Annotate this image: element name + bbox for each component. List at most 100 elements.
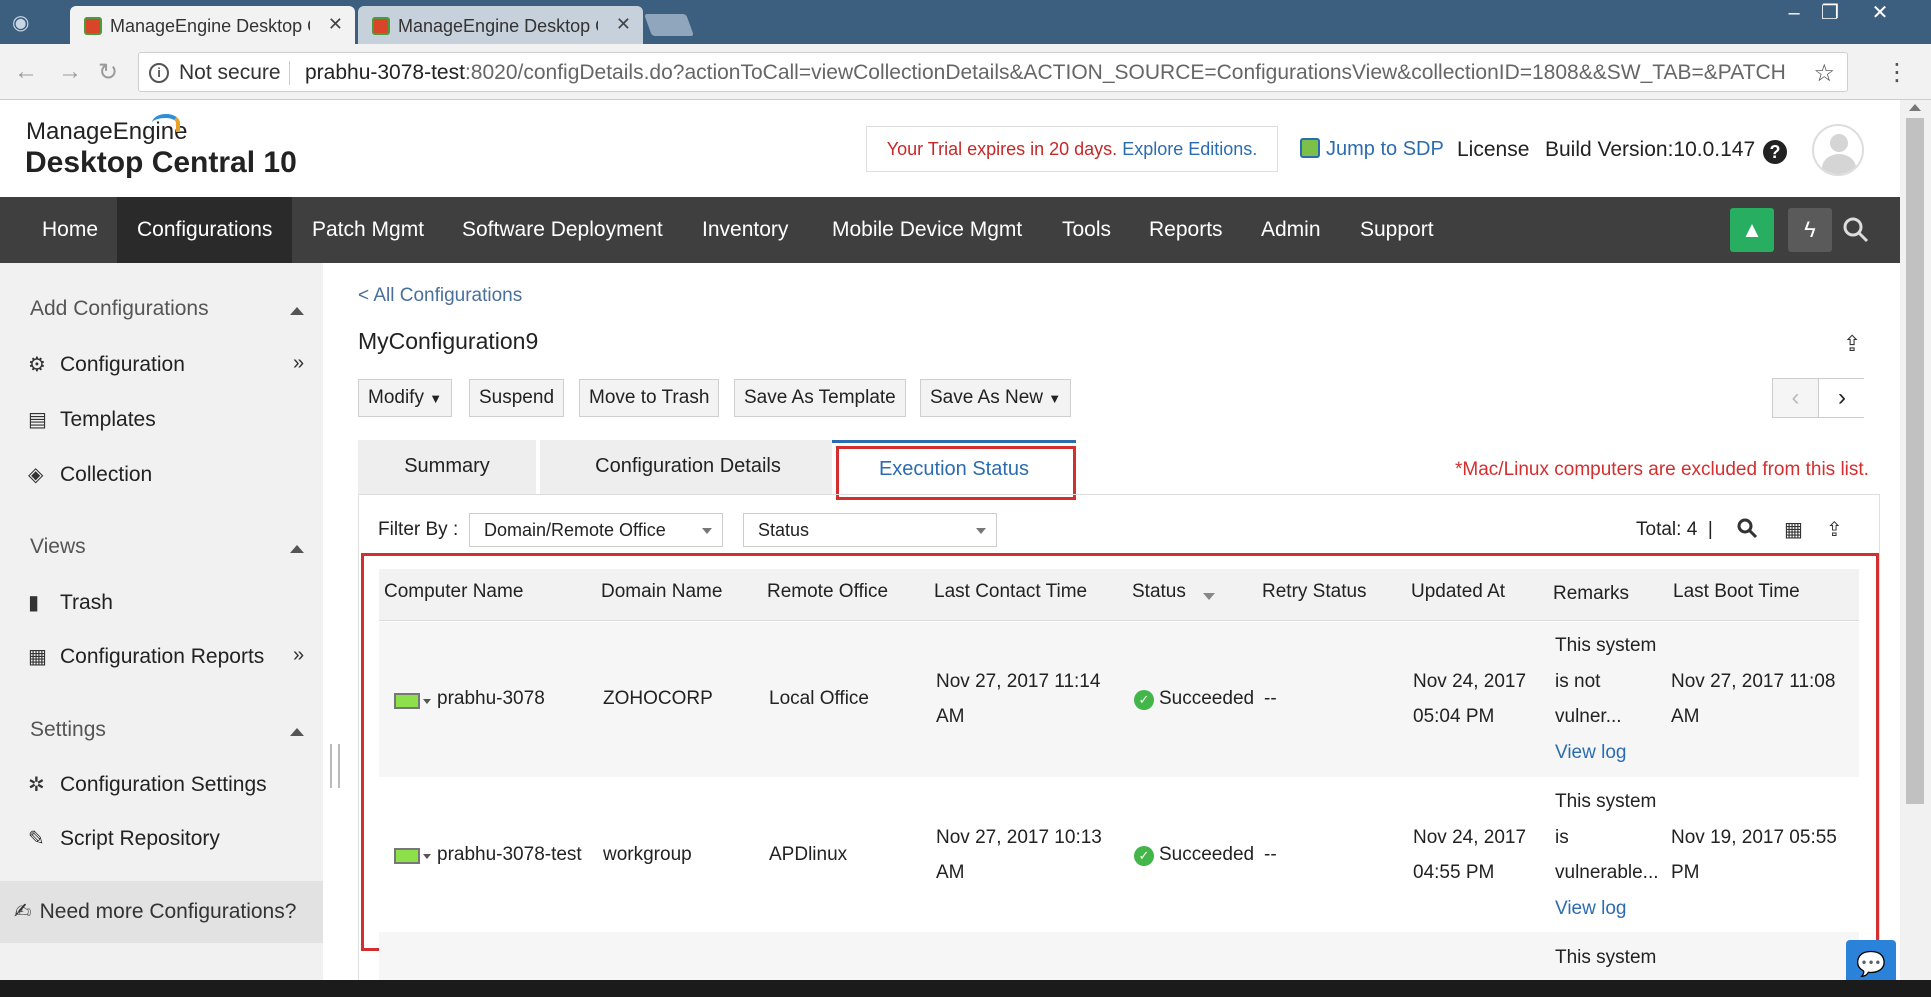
table-export-icon[interactable]: ⇪ [1826,517,1843,542]
nav-admin[interactable]: Admin [1241,197,1341,263]
browser-menu-icon[interactable]: ⋮ [1885,58,1909,87]
favicon-icon [84,17,102,35]
nav-configurations[interactable]: Configurations [117,197,293,263]
nav-inventory[interactable]: Inventory [682,197,808,263]
sidebar-item-script-repository[interactable]: ✎ Script Repository [28,826,220,851]
column-retry-status[interactable]: Retry Status [1262,581,1367,603]
sidebar-section-views[interactable]: Views [30,535,86,559]
status-filter-select[interactable]: Status [743,513,997,547]
expand-arrow-icon[interactable]: » [293,352,304,375]
modify-button[interactable]: Modify ▼ [358,379,453,417]
back-icon[interactable]: ← [14,58,38,86]
close-window-icon[interactable]: ✕ [1860,2,1900,26]
next-icon[interactable]: › [1819,379,1865,417]
trial-banner: Your Trial expires in 20 days. Explore E… [866,126,1278,172]
bolt-icon[interactable]: ϟ [1788,208,1832,252]
column-remarks[interactable]: Remarks [1553,583,1629,605]
need-more-configurations[interactable]: ✍ Need more Configurations? [0,881,323,943]
tab-summary[interactable]: Summary [358,440,536,494]
forward-icon[interactable]: → [58,58,82,86]
sidebar-item-trash[interactable]: ▮ Trash [28,590,113,615]
sidebar-item-configuration-reports[interactable]: ▦ Configuration Reports [28,644,264,669]
jump-to-sdp-link[interactable]: Jump to SDP [1300,138,1444,161]
column-last-boot-time[interactable]: Last Boot Time [1673,581,1800,603]
save-as-template-button[interactable]: Save As Template [734,379,906,417]
nav-home[interactable]: Home [22,197,118,263]
move-to-trash-button[interactable]: Move to Trash [579,379,720,417]
updated-at: 05:04 PM [1413,706,1495,727]
scroll-up-icon[interactable] [1909,104,1921,111]
collapse-icon[interactable] [290,307,304,315]
suspend-button[interactable]: Suspend [469,379,565,417]
mac-linux-note: *Mac/Linux computers are excluded from t… [1455,459,1869,480]
nav-patch-mgmt[interactable]: Patch Mgmt [292,197,444,263]
sort-desc-icon[interactable] [1203,593,1215,600]
nav-mobile-device-mgmt[interactable]: Mobile Device Mgmt [812,197,1042,263]
caret-down-icon[interactable] [423,854,431,859]
export-icon[interactable]: ⇪ [1843,331,1861,357]
computer-name: prabhu-3078-test [437,844,582,865]
sidebar-splitter[interactable] [330,744,340,788]
reload-icon[interactable]: ↻ [98,58,118,87]
sidebar-item-collection[interactable]: ◈ Collection [28,462,152,487]
column-updated-at[interactable]: Updated At [1411,581,1505,603]
back-to-all-configurations-link[interactable]: < All Configurations [358,285,522,307]
nav-support[interactable]: Support [1340,197,1454,263]
save-as-new-button[interactable]: Save As New ▼ [920,379,1072,417]
nav-tools[interactable]: Tools [1042,197,1131,263]
minimize-icon[interactable]: – [1774,2,1814,26]
caret-down-icon: ▼ [1048,391,1062,406]
browser-tab-1[interactable]: ManageEngine Desktop C ✕ [70,6,355,44]
new-tab-button[interactable] [643,14,695,36]
sidebar-section-settings[interactable]: Settings [30,718,106,742]
license-link[interactable]: License [1457,138,1529,162]
retry-status: -- [1264,688,1277,709]
view-log-link[interactable]: View log [1555,735,1626,771]
browser-tab-2[interactable]: ManageEngine Desktop C ✕ [358,6,643,44]
scrollbar-thumb[interactable] [1906,118,1924,804]
url-input[interactable]: i Not secure prabhu-3078-test:8020/confi… [138,52,1848,92]
collapse-icon[interactable] [290,728,304,736]
sidebar-section-add-configurations[interactable]: Add Configurations [30,297,209,321]
favicon-icon [372,17,390,35]
column-chooser-icon[interactable]: ▦ [1784,517,1803,542]
restore-icon[interactable]: ❐ [1810,2,1850,26]
status-text: Succeeded [1159,844,1255,865]
domain-name: ZOHOCORP [603,688,713,709]
column-computer-name[interactable]: Computer Name [384,581,523,603]
close-tab-icon[interactable]: ✕ [616,14,631,35]
search-icon[interactable] [1842,216,1872,246]
info-icon[interactable]: i [149,63,169,83]
nav-software-deployment[interactable]: Software Deployment [442,197,683,263]
column-remote-office[interactable]: Remote Office [767,581,888,603]
updated-at: 04:55 PM [1413,862,1495,883]
sidebar-item-configuration-settings[interactable]: ✲ Configuration Settings [28,772,267,797]
explore-editions-link[interactable]: Explore Editions. [1122,139,1257,159]
sidebar-item-templates[interactable]: ▤ Templates [28,407,156,432]
bookmark-star-icon[interactable]: ☆ [1813,59,1835,88]
domain-filter-select[interactable]: Domain/Remote Office [469,513,723,547]
total-count: Total: 4 | [1636,519,1713,540]
column-last-contact-time[interactable]: Last Contact Time [934,581,1087,603]
success-check-icon: ✓ [1134,690,1154,710]
expand-arrow-icon[interactable]: » [293,644,304,667]
collapse-icon[interactable] [290,545,304,553]
avatar[interactable] [1812,124,1864,176]
previous-icon[interactable]: ‹ [1773,379,1819,417]
last-boot-time: AM [1671,706,1700,727]
computer-name: prabhu-3078 [437,688,545,709]
page-scrollbar[interactable] [1900,100,1931,997]
table-search-icon[interactable] [1736,517,1758,545]
sidebar-item-configuration[interactable]: ⚙ Configuration [28,352,185,377]
domain-name: workgroup [603,844,692,865]
trial-text: Your Trial expires in 20 days. [886,139,1118,159]
view-log-link[interactable]: View log [1555,891,1626,927]
caret-down-icon[interactable] [423,699,431,704]
column-domain-name[interactable]: Domain Name [601,581,722,603]
column-status[interactable]: Status [1132,581,1186,603]
tab-configuration-details[interactable]: Configuration Details [540,440,836,494]
rocket-icon[interactable]: ▲ [1730,208,1774,252]
help-icon[interactable]: ? [1763,140,1787,164]
nav-reports[interactable]: Reports [1129,197,1243,263]
close-tab-icon[interactable]: ✕ [328,14,343,35]
